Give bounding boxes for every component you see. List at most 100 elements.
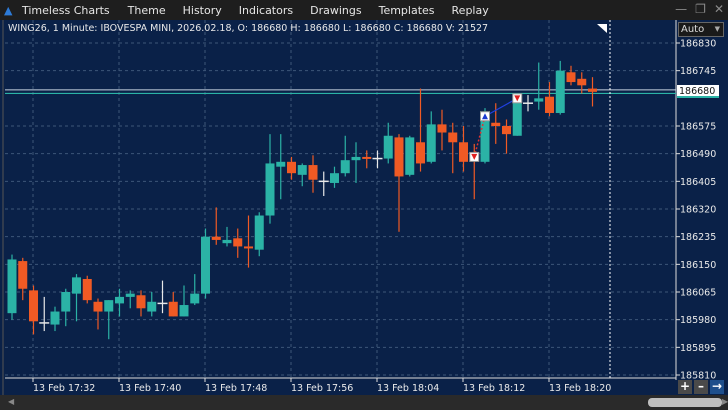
current-price-label: 186680 [677, 85, 719, 98]
candle-body [287, 161, 296, 174]
candle-body [426, 124, 436, 162]
app-logo-icon: ▲ [4, 3, 13, 17]
menu-drawings[interactable]: Drawings [310, 4, 361, 17]
y-tick-label: 186065 [680, 288, 716, 299]
scroll-left-icon[interactable]: ◀ [8, 397, 14, 406]
candle-body [276, 161, 286, 167]
scroll-to-end-button[interactable]: → [710, 380, 724, 394]
candle [351, 142, 361, 183]
scrollbar-thumb[interactable] [648, 398, 722, 407]
candle [265, 134, 275, 224]
ohlc-info: WING26, 1 Minute: IBOVESPA MINI, 2026.02… [8, 23, 489, 34]
sell-marker-icon [469, 151, 480, 162]
candle [125, 290, 135, 309]
candle-body [577, 78, 587, 86]
candle [545, 82, 554, 117]
candle [39, 296, 50, 332]
candle [502, 119, 511, 154]
menu-theme[interactable]: Theme [128, 4, 166, 17]
candle [136, 290, 146, 317]
candle-body [308, 165, 318, 180]
menu-history[interactable]: History [183, 4, 222, 17]
y-tick-label: 186320 [680, 205, 716, 216]
candle-body [588, 88, 597, 92]
y-tick-label: 185895 [680, 343, 716, 354]
candle [190, 274, 200, 306]
candle [72, 274, 81, 322]
candle-body [93, 301, 103, 312]
candle-body [147, 301, 157, 312]
x-tick-label: 13 Feb 18:12 [463, 383, 525, 394]
candle-body [512, 98, 522, 136]
candle-body [125, 293, 135, 297]
candle [308, 155, 318, 193]
candle-body [555, 70, 565, 113]
candle [211, 207, 221, 245]
candle-body [330, 173, 339, 183]
candle [233, 228, 243, 258]
candle-body [416, 142, 425, 164]
candle-body [179, 305, 189, 317]
candle-body [534, 98, 544, 102]
candle-body [190, 293, 200, 304]
candle-body [168, 301, 178, 317]
candle-body [18, 261, 28, 289]
candle-body [265, 163, 275, 216]
candle [491, 103, 501, 144]
candle [394, 134, 404, 232]
x-tick-label: 13 Feb 17:48 [205, 383, 267, 394]
chart-area[interactable]: 186830 186745 186575 186490 186405 186320 1862… [0, 20, 728, 395]
y-tick-label: 186490 [680, 149, 716, 160]
candle [330, 166, 339, 188]
candle [448, 122, 458, 174]
candle [405, 135, 415, 177]
candle [18, 257, 28, 301]
candle-body [405, 137, 415, 175]
candle [383, 122, 393, 164]
candle [287, 156, 296, 180]
candle [372, 150, 383, 169]
y-tick-label: 186235 [680, 232, 716, 243]
candle [254, 212, 264, 257]
scale-mode-select[interactable]: Auto ▼ [678, 22, 724, 37]
candle-body [82, 278, 92, 301]
y-tick-label: 186830 [680, 39, 716, 50]
candle [157, 280, 168, 314]
candle-body [351, 156, 361, 161]
candle [93, 298, 103, 330]
menu-replay[interactable]: Replay [452, 4, 489, 17]
candle [115, 288, 124, 317]
close-icon[interactable]: ✕ [714, 2, 724, 16]
candle-body [136, 295, 146, 309]
zoom-out-button[interactable]: – [694, 380, 708, 394]
scroll-right-icon[interactable]: ▶ [722, 397, 728, 406]
candle [318, 171, 329, 196]
candle [588, 77, 597, 107]
y-tick-label: 186405 [680, 177, 716, 188]
candle [566, 65, 576, 86]
scale-mode-value: Auto [681, 24, 705, 35]
candle-body [50, 311, 60, 325]
candle [244, 215, 253, 268]
minimize-icon[interactable]: — [675, 2, 687, 16]
candle-body [502, 126, 511, 135]
candle-body [222, 239, 232, 244]
zoom-in-button[interactable]: + [678, 380, 692, 394]
menu-bar: ▲ Timeless Charts Theme History Indicato… [0, 0, 728, 20]
candle-body [201, 236, 210, 294]
candle [29, 285, 38, 335]
candle [276, 134, 286, 200]
horizontal-scrollbar[interactable]: ◀ ▶ [0, 395, 728, 410]
menu-templates[interactable]: Templates [379, 4, 435, 17]
candle-body [545, 96, 554, 113]
candle [82, 275, 92, 304]
candle [459, 126, 468, 172]
candle-body [244, 246, 253, 249]
candlestick-chart[interactable]: 186830 186745 186575 186490 186405 186320 1862… [0, 20, 728, 395]
x-tick-label: 13 Feb 18:20 [549, 383, 611, 394]
buy-marker-icon [480, 111, 490, 122]
restore-icon[interactable]: ❐ [695, 2, 706, 16]
candle-body [115, 296, 124, 304]
menu-indicators[interactable]: Indicators [239, 4, 293, 17]
candle-body [61, 292, 71, 312]
